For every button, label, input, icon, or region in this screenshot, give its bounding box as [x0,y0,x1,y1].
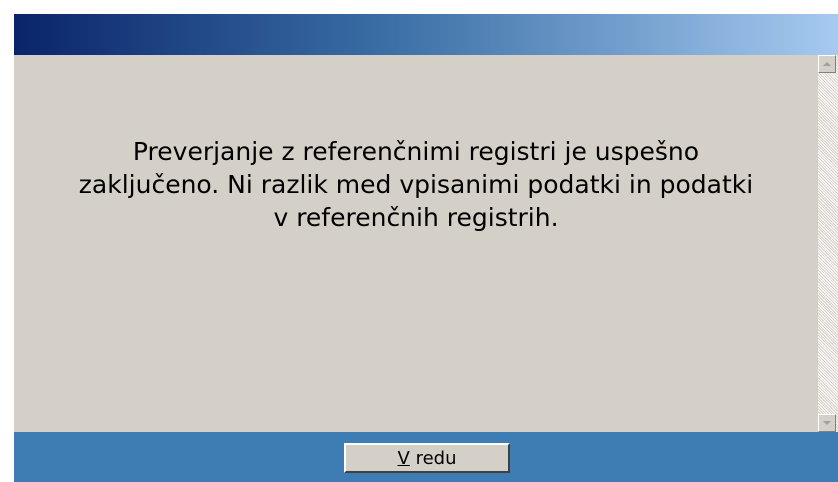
message-area: Preverjanje z referenčnimi registri je u… [14,55,818,432]
scroll-down-arrow-icon [823,421,831,425]
vertical-scrollbar[interactable] [818,55,838,432]
scroll-down-button[interactable] [818,414,836,432]
ok-button[interactable]: V redu [344,443,510,473]
message-dialog: Preverjanje z referenčnimi registri je u… [14,14,838,482]
scroll-up-arrow-icon [823,62,831,66]
title-bar[interactable] [14,14,838,55]
ok-button-label: redu [409,447,457,469]
ok-button-mnemonic: V [397,447,410,469]
scroll-up-button[interactable] [818,55,836,73]
button-bar: V redu [14,432,838,482]
message-text: Preverjanje z referenčnimi registri je u… [78,137,754,232]
